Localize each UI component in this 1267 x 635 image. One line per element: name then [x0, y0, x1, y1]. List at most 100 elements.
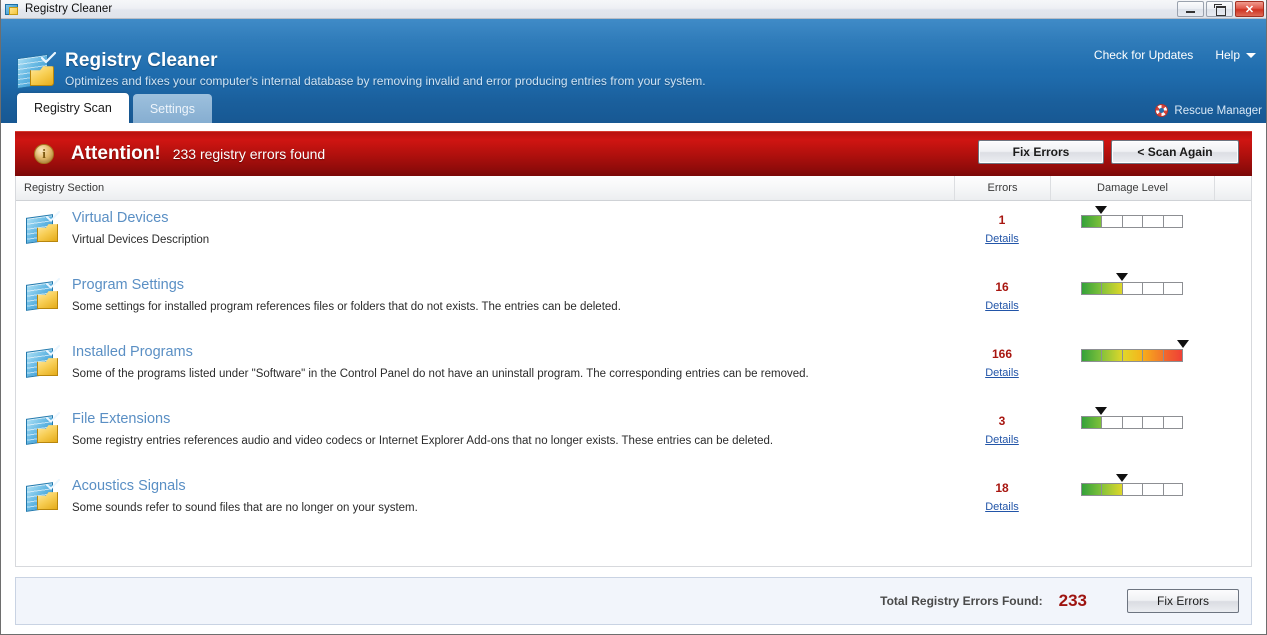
row-section-cell: Program Settings Some settings for instal… [16, 274, 954, 314]
table-body: Virtual Devices Virtual Devices Descripti… [16, 201, 1251, 566]
tab-bar: Registry Scan Settings [17, 93, 212, 123]
attention-title: Attention! [71, 143, 161, 164]
tab-settings[interactable]: Settings [132, 94, 212, 123]
damage-meter-cells [1081, 282, 1183, 295]
row-errors-cell: 16 Details [954, 274, 1050, 312]
damage-level-meter [1081, 206, 1183, 228]
error-count: 3 [998, 414, 1006, 428]
section-title-link[interactable]: Virtual Devices [72, 209, 209, 227]
attention-message: 233 registry errors found [172, 146, 326, 162]
damage-level-meter [1081, 474, 1183, 496]
total-errors-value: 233 [1058, 591, 1087, 610]
section-description: Some settings for installed program refe… [72, 301, 621, 313]
table-row: Installed Programs Some of the programs l… [16, 335, 1251, 402]
row-text-block: Acoustics Signals Some sounds refer to so… [72, 475, 418, 515]
row-section-cell: File Extensions Some registry entries ref… [16, 408, 954, 448]
results-table: Registry Section Errors Damage Level Vir… [15, 176, 1252, 567]
column-header-damage-level: Damage Level [1050, 176, 1214, 200]
restore-icon [1214, 4, 1226, 16]
row-damage-cell [1050, 273, 1214, 295]
row-errors-cell: 18 Details [954, 475, 1050, 513]
damage-meter-cells [1081, 349, 1183, 362]
row-damage-cell [1050, 474, 1214, 496]
section-title-link[interactable]: Installed Programs [72, 343, 809, 361]
damage-meter-cell [1162, 416, 1183, 429]
damage-marker-icon [1177, 340, 1189, 348]
registry-section-icon [26, 278, 60, 312]
damage-meter-cell [1142, 416, 1163, 429]
total-errors-label: Total Registry Errors Found: [880, 594, 1043, 608]
details-link[interactable]: Details [954, 501, 1050, 513]
section-description: Some sounds refer to sound files that ar… [72, 502, 418, 514]
damage-meter-cell [1101, 282, 1122, 295]
help-menu[interactable]: Help [1215, 48, 1256, 62]
damage-meter-cell [1121, 416, 1143, 429]
attention-banner: i Attention! 233 registry errors found F… [15, 131, 1252, 176]
fix-errors-button-top[interactable]: Fix Errors [978, 140, 1104, 164]
damage-meter-cell [1121, 215, 1143, 228]
damage-meter-cell [1081, 416, 1102, 429]
damage-meter-cell [1142, 349, 1163, 362]
error-count: 18 [995, 481, 1009, 495]
row-damage-cell [1050, 340, 1214, 362]
details-link[interactable]: Details [954, 300, 1050, 312]
minimize-button[interactable] [1177, 1, 1204, 17]
column-header-errors: Errors [954, 176, 1050, 200]
info-icon: i [34, 144, 54, 164]
registry-section-icon [26, 479, 60, 513]
section-title-link[interactable]: Acoustics Signals [72, 477, 418, 495]
table-header-row: Registry Section Errors Damage Level [16, 176, 1251, 201]
registry-section-icon [26, 412, 60, 446]
error-count: 166 [991, 347, 1013, 361]
damage-meter-cell [1142, 483, 1163, 496]
section-description: Some registry entries references audio a… [72, 435, 774, 447]
registry-section-icon [26, 211, 60, 245]
table-row: Virtual Devices Virtual Devices Descripti… [16, 201, 1251, 268]
rescue-manager-link[interactable]: Rescue Manager [1155, 104, 1262, 117]
chevron-down-icon [1246, 52, 1256, 58]
section-description: Virtual Devices Description [72, 234, 210, 246]
title-bar: Registry Cleaner ✕ [1, 0, 1266, 19]
app-header: Registry Cleaner Optimizes and fixes you… [1, 19, 1266, 123]
row-damage-cell [1050, 206, 1214, 228]
section-title-link[interactable]: File Extensions [72, 410, 773, 428]
damage-marker-icon [1115, 273, 1128, 281]
application-window: Registry Cleaner ✕ Registry Cleaner Opti… [0, 0, 1267, 635]
damage-meter-cells [1081, 215, 1183, 228]
header-links: Check for Updates Help [1094, 48, 1256, 62]
row-text-block: Installed Programs Some of the programs l… [72, 341, 809, 381]
damage-meter-cell [1101, 215, 1122, 228]
section-title-link[interactable]: Program Settings [72, 276, 621, 294]
row-text-block: File Extensions Some registry entries ref… [72, 408, 773, 448]
error-count: 16 [995, 280, 1009, 294]
attention-actions: Fix Errors < Scan Again [978, 140, 1239, 164]
damage-meter-cell [1101, 416, 1122, 429]
rescue-manager-label: Rescue Manager [1174, 104, 1262, 117]
row-text-block: Virtual Devices Virtual Devices Descripti… [72, 207, 209, 247]
damage-level-meter [1081, 407, 1183, 429]
scan-again-button[interactable]: < Scan Again [1111, 140, 1239, 164]
close-button[interactable]: ✕ [1235, 1, 1264, 17]
row-section-cell: Installed Programs Some of the programs l… [16, 341, 954, 381]
damage-meter-cell [1081, 349, 1102, 362]
damage-meter-cells [1081, 483, 1183, 496]
damage-meter-cell [1142, 282, 1163, 295]
check-for-updates-link[interactable]: Check for Updates [1094, 48, 1193, 62]
registry-section-icon [26, 345, 60, 379]
row-damage-cell [1050, 407, 1214, 429]
damage-meter-cell [1101, 349, 1122, 362]
details-link[interactable]: Details [954, 233, 1050, 245]
damage-meter-cell [1081, 282, 1102, 295]
row-text-block: Program Settings Some settings for instal… [72, 274, 621, 314]
damage-meter-cells [1081, 416, 1183, 429]
fix-errors-button-bottom[interactable]: Fix Errors [1127, 589, 1239, 613]
details-link[interactable]: Details [954, 434, 1050, 446]
damage-marker-icon [1115, 474, 1128, 482]
tab-registry-scan[interactable]: Registry Scan [17, 93, 129, 123]
damage-meter-cell [1121, 349, 1143, 362]
details-link[interactable]: Details [954, 367, 1050, 379]
minimize-icon [1186, 11, 1195, 13]
restore-button[interactable] [1206, 1, 1233, 17]
error-count: 1 [998, 213, 1006, 227]
row-errors-cell: 1 Details [954, 207, 1050, 245]
